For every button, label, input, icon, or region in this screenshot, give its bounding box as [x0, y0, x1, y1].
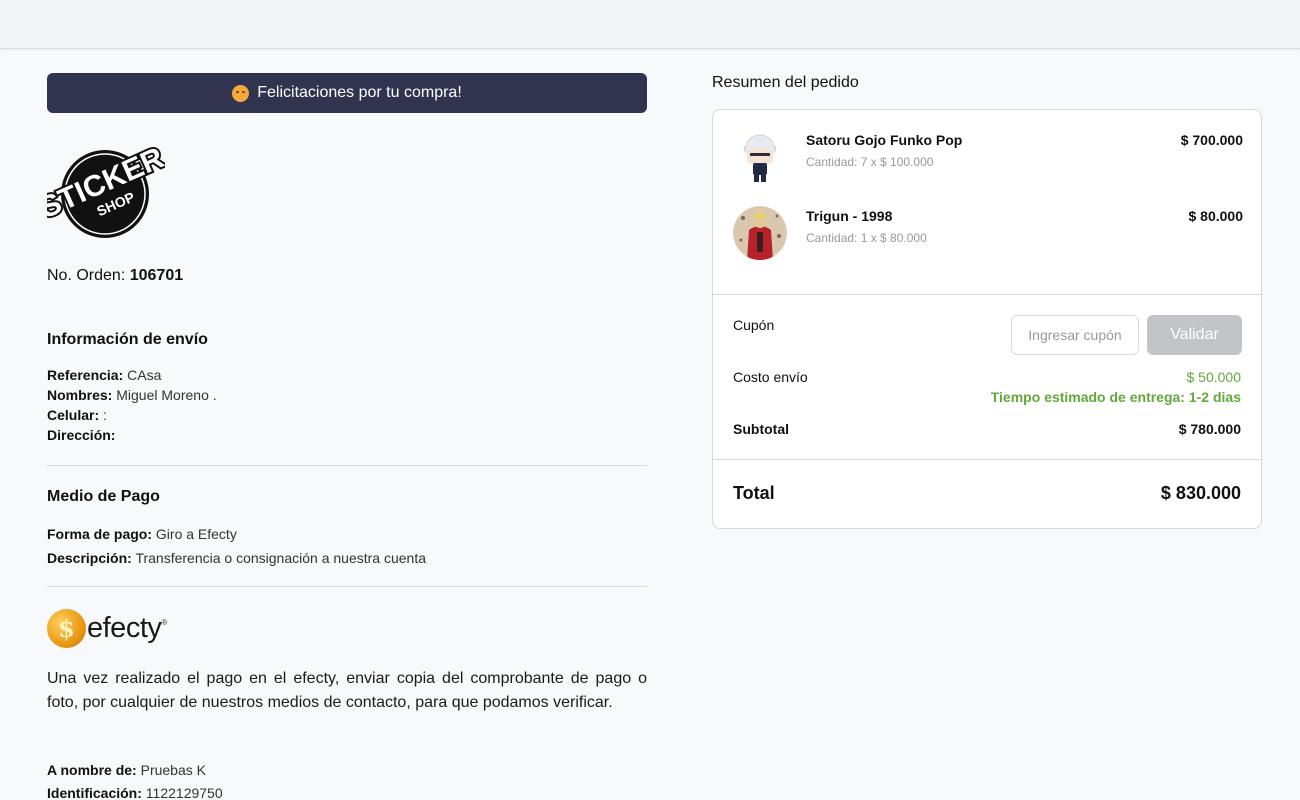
- funko-pop-thumbnail: [733, 130, 787, 184]
- phone-line: Celular: :: [47, 407, 107, 423]
- item-quantity: Cantidad: 7 x $ 100.000: [806, 155, 934, 169]
- order-number-label: No. Orden:: [47, 267, 126, 284]
- hugging-face-icon: [232, 84, 250, 102]
- registered-mark: ®: [161, 618, 168, 627]
- shipping-cost-label: Costo envío: [733, 369, 808, 385]
- item-quantity: Cantidad: 1 x $ 80.000: [806, 231, 927, 245]
- trigun-sticker-thumbnail: [733, 206, 787, 260]
- delivery-estimate: Tiempo estimado de entrega: 1-2 dias: [990, 389, 1241, 405]
- item-price: $ 80.000: [1188, 208, 1244, 224]
- payment-method-line: Forma de pago: Giro a Efecty: [47, 526, 237, 542]
- order-details-column: Felicitaciones por tu compra! STICKER SH…: [47, 73, 647, 800]
- congrats-banner: Felicitaciones por tu compra!: [47, 73, 647, 113]
- shipping-info-title: Información de envío: [47, 331, 208, 348]
- order-summary-card: Satoru Gojo Funko Pop Cantidad: 7 x $ 10…: [712, 109, 1262, 529]
- card-divider: [713, 459, 1261, 460]
- item-name: Trigun - 1998: [806, 208, 893, 224]
- identification-line: Identificación: 1122129750: [47, 785, 223, 800]
- order-number-value: 106701: [129, 267, 184, 284]
- subtotal-label: Subtotal: [733, 421, 789, 437]
- item-name: Satoru Gojo Funko Pop: [806, 132, 963, 148]
- order-number: No. Orden: 106701: [47, 267, 183, 285]
- card-divider: [713, 294, 1261, 295]
- payment-info: Forma de pago: Giro a Efecty Descripción…: [47, 522, 426, 570]
- efecty-logo: $ efecty ®: [47, 608, 172, 648]
- payment-method-title: Medio de Pago: [47, 488, 160, 505]
- recipient-line: A nombre de: Pruebas K: [47, 762, 206, 778]
- coupon-label: Cupón: [733, 317, 775, 333]
- top-navbar: [0, 0, 1300, 49]
- total-value: $ 830.000: [1160, 483, 1241, 503]
- sticker-shop-logo: STICKER SHOP: [47, 146, 165, 238]
- order-summary-title: Resumen del pedido: [712, 74, 859, 91]
- congrats-text: Felicitaciones por tu compra!: [257, 84, 462, 101]
- shipping-cost-value: $ 50.000: [1186, 369, 1242, 385]
- efecty-wordmark: efecty: [87, 611, 162, 644]
- payment-instructions: Una vez realizado el pago en el efecty, …: [47, 670, 647, 711]
- cart-item: Trigun - 1998 Cantidad: 1 x $ 80.000 $ 8…: [733, 206, 1243, 266]
- shipping-info: Referencia: CAsa Nombres: Miguel Moreno …: [47, 365, 217, 445]
- validate-coupon-button[interactable]: Validar: [1147, 315, 1242, 355]
- total-label: Total: [733, 483, 775, 503]
- coupon-input[interactable]: Ingresar cupón: [1011, 315, 1139, 355]
- payment-description-line: Descripción: Transferencia o consignació…: [47, 550, 427, 566]
- section-divider: [47, 465, 647, 466]
- coin-icon: $: [47, 608, 86, 648]
- reference-line: Referencia: CAsa: [47, 367, 162, 383]
- recipient-info: A nombre de: Pruebas K Identificación: 1…: [47, 759, 223, 800]
- item-price: $ 700.000: [1180, 132, 1243, 148]
- address-line: Dirección:: [47, 427, 116, 443]
- section-divider: [47, 586, 647, 587]
- names-line: Nombres: Miguel Moreno .: [47, 387, 217, 403]
- subtotal-value: $ 780.000: [1178, 421, 1241, 437]
- cart-item: Satoru Gojo Funko Pop Cantidad: 7 x $ 10…: [733, 130, 1243, 190]
